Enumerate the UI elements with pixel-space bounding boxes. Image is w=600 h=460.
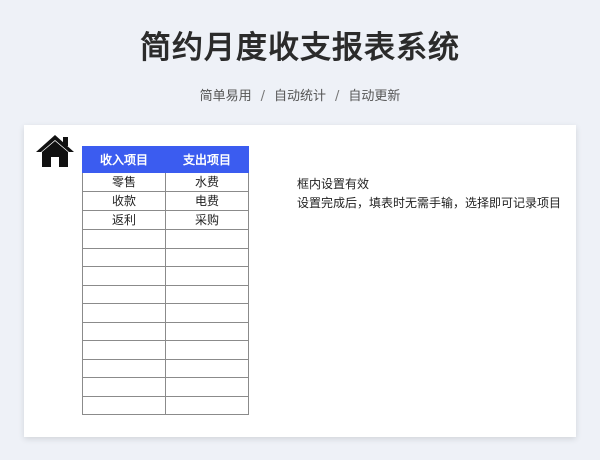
table-body: 零售 水费 收款 电费 返利 采购 (82, 172, 249, 415)
table-row (82, 266, 249, 286)
table-row (82, 303, 249, 323)
expense-item-cell[interactable] (165, 358, 249, 378)
table-row (82, 247, 249, 267)
expense-item-cell[interactable] (165, 321, 249, 341)
expense-item-cell[interactable] (165, 266, 249, 286)
income-item-cell[interactable]: 返利 (82, 210, 166, 230)
expense-item-cell[interactable]: 电费 (165, 191, 249, 211)
home-icon[interactable] (34, 133, 76, 169)
income-item-cell[interactable] (82, 377, 166, 397)
table-row (82, 340, 249, 360)
table-row: 收款 电费 (82, 191, 249, 211)
table-row (82, 321, 249, 341)
income-item-cell[interactable] (82, 247, 166, 267)
income-item-cell[interactable]: 收款 (82, 191, 166, 211)
table-row (82, 358, 249, 378)
subtitle-item-stats: 自动统计 (273, 89, 326, 104)
expense-item-cell[interactable]: 采购 (165, 210, 249, 230)
income-item-cell[interactable] (82, 340, 166, 360)
table-row (82, 395, 249, 415)
income-item-cell[interactable] (82, 395, 166, 415)
income-item-cell[interactable]: 零售 (82, 172, 166, 192)
expense-item-cell[interactable] (165, 377, 249, 397)
income-item-cell[interactable] (82, 229, 166, 249)
category-table: 收入项目 支出项目 零售 水费 收款 电费 返利 采购 (82, 146, 249, 415)
table-row (82, 284, 249, 304)
income-item-cell[interactable] (82, 321, 166, 341)
note-line-1: 框内设置有效 (297, 177, 370, 191)
subtitle-item-easy: 简单易用 (199, 89, 252, 104)
expense-item-cell[interactable] (165, 229, 249, 249)
table-row: 返利 采购 (82, 210, 249, 230)
table-row (82, 377, 249, 397)
expense-item-cell[interactable] (165, 395, 249, 415)
expense-column-header: 支出项目 (165, 146, 249, 173)
expense-item-cell[interactable] (165, 340, 249, 360)
page-title: 简约月度收支报表系统 (140, 30, 460, 66)
table-header-row: 收入项目 支出项目 (82, 146, 249, 173)
expense-item-cell[interactable]: 水费 (165, 172, 249, 192)
income-item-cell[interactable] (82, 266, 166, 286)
expense-item-cell[interactable] (165, 303, 249, 323)
income-item-cell[interactable] (82, 303, 166, 323)
expense-item-cell[interactable] (165, 284, 249, 304)
table-row (82, 229, 249, 249)
spreadsheet-sheet: 收入项目 支出项目 零售 水费 收款 电费 返利 采购 框内设置有效 设置完成后，填表时无… (24, 125, 576, 437)
subtitle-bar: 简单易用 / 自动统计 / 自动更新 (0, 85, 600, 104)
income-column-header: 收入项目 (82, 146, 166, 173)
note-line-2: 设置完成后，填表时无需手输，选择即可记录项目 (297, 196, 562, 210)
subtitle-separator: / (335, 89, 340, 104)
instructions-note: 框内设置有效 设置完成后，填表时无需手输，选择即可记录项目 (297, 175, 561, 213)
subtitle-separator: / (260, 89, 265, 104)
subtitle-item-update: 自动更新 (348, 89, 401, 104)
income-item-cell[interactable] (82, 358, 166, 378)
expense-item-cell[interactable] (165, 247, 249, 267)
table-row: 零售 水费 (82, 172, 249, 192)
income-item-cell[interactable] (82, 284, 166, 304)
